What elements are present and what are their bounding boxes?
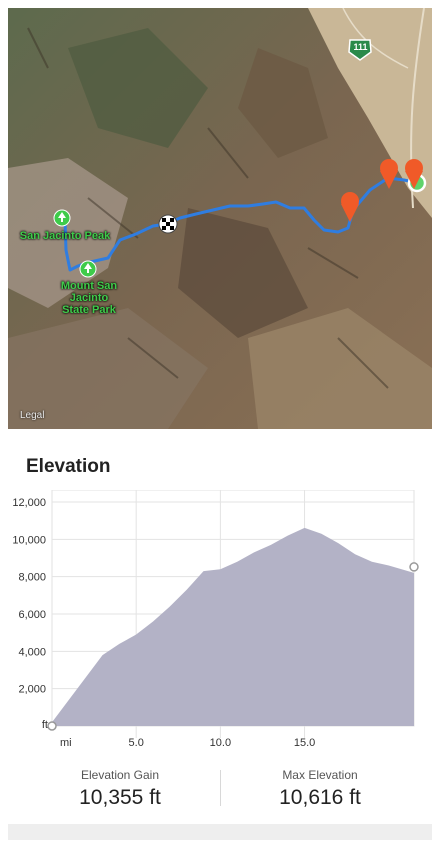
y-tick-label: 6,000	[18, 609, 46, 621]
y-unit-label: ft	[42, 719, 48, 731]
poi-label-san-jacinto-peak[interactable]: San Jacinto Peak	[10, 230, 120, 242]
elevation-title: Elevation	[26, 456, 111, 477]
max-elevation-value: 10,616 ft	[279, 786, 361, 809]
start-point-marker	[47, 721, 57, 731]
y-tick-label: 2,000	[18, 684, 46, 696]
elevation-gain-label: Elevation Gain	[80, 768, 160, 782]
y-tick-label: 12,000	[12, 497, 46, 509]
satellite-terrain	[8, 8, 432, 429]
poi-park-line3: State Park	[62, 304, 116, 316]
legal-link[interactable]: Legal	[20, 410, 44, 421]
x-tick-label: 15.0	[294, 737, 315, 749]
poi-tree-icon-peak	[53, 209, 71, 227]
elevation-area	[52, 527, 414, 726]
x-tick-label: 5.0	[129, 737, 144, 749]
poi-park-line1: Mount San	[60, 280, 118, 292]
highway-shield-label: 111	[353, 42, 368, 52]
poi-tree-icon-park	[79, 260, 97, 278]
end-point-marker	[409, 562, 419, 572]
poi-park-line2: Jacinto	[69, 292, 109, 304]
elevation-chart-svg: 2,000 4,000 6,000 8,000 10,000 12,000 5.0 10.0 1…	[12, 489, 419, 749]
x-unit-label: mi	[60, 737, 72, 749]
bottom-bar	[8, 824, 432, 840]
finish-flag-icon	[158, 214, 178, 234]
poi-label-state-park[interactable]: Mount San Jacinto State Park	[44, 280, 134, 316]
elevation-chart[interactable]: 2,000 4,000 6,000 8,000 10,000 12,000 5.0 10.0 1…	[8, 489, 432, 752]
y-tick-label: 4,000	[18, 646, 46, 658]
map-view[interactable]: 111 San Jacinto Peak Mount San Jacinto S…	[8, 8, 432, 429]
y-tick-label: 10,000	[12, 534, 46, 546]
elevation-gain-value: 10,355 ft	[79, 786, 161, 809]
stats-divider	[220, 770, 221, 806]
y-tick-label: 8,000	[18, 572, 46, 584]
x-tick-label: 10.0	[210, 737, 231, 749]
max-elevation-label: Max Elevation	[282, 768, 358, 782]
